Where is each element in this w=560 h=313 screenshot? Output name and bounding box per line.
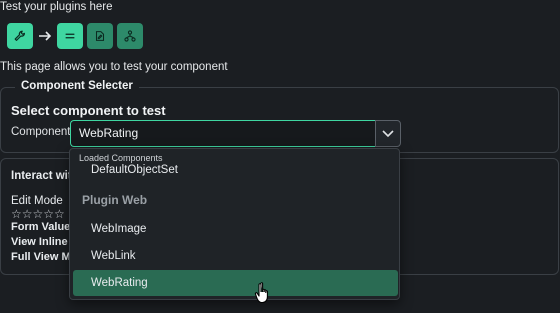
wrench-icon [14,30,25,41]
page-header-title: Test your plugins here [0,1,113,13]
wrench-button[interactable] [7,23,33,49]
edit-mode-label: Edit Mode [11,195,63,207]
plugin-toolbar [7,23,143,49]
component-label: Component [11,126,71,138]
dropdown-toggle[interactable] [375,120,401,147]
component-input[interactable]: WebRating [70,120,376,147]
edit-button[interactable] [87,23,113,49]
equals-icon [65,33,75,39]
dropdown-item-webimage[interactable]: WebImage [73,216,398,242]
full-view-label: Full View Mo [11,251,78,263]
network-icon [124,30,136,42]
equals-button[interactable] [57,23,83,49]
dropdown-item-defaultobjectset[interactable]: DefaultObjectSet [73,160,398,180]
panel-legend: Component Selecter [15,80,139,92]
component-selector-panel: Component Selecter Select component to t… [0,80,559,153]
dropdown-item-weblink[interactable]: WebLink [73,243,398,269]
hand-cursor-icon [254,282,268,304]
rating-stars[interactable]: ☆☆☆☆☆ [11,207,65,221]
network-button[interactable] [117,23,143,49]
component-dropdown-menu: Loaded Components DefaultObjectSet Plugi… [69,148,400,300]
arrow-right-icon [38,30,52,42]
group-label-plugin-web: Plugin Web [82,193,148,207]
intro-text: This page allows you to test your compon… [0,61,228,73]
select-heading: Select component to test [11,103,166,118]
edit-icon [95,31,105,41]
chevron-down-icon [382,129,394,137]
dropdown-item-webrating[interactable]: WebRating [73,270,398,296]
